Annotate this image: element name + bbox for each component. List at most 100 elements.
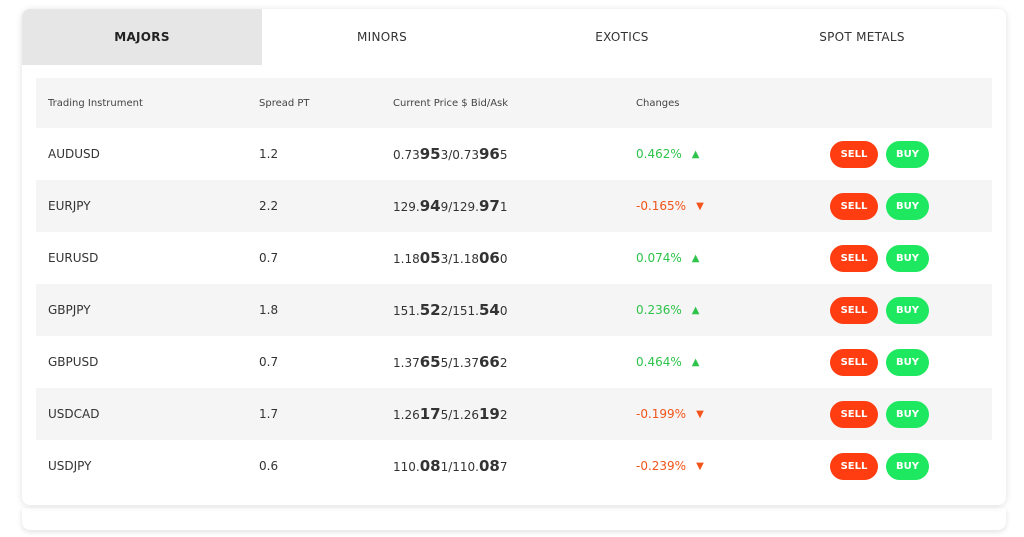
ask-suffix: 7	[499, 460, 508, 474]
ask-pips: 08	[479, 457, 500, 475]
spread-value: 0.7	[259, 251, 279, 265]
triangle-down-icon: ▼	[696, 408, 704, 420]
change-cell: 0.236% ▲	[636, 303, 699, 317]
ask-prefix: 151.	[452, 304, 479, 318]
bid-ask-price: 0.73953/0.73965	[393, 145, 508, 163]
header-changes: Changes	[636, 97, 680, 109]
bid-ask-price: 110.081/110.087	[393, 457, 508, 475]
table-row: EURJPY 2.2 129.949/129.971 -0.165% ▼ SELL…	[36, 180, 992, 232]
bid-prefix: 1.37	[393, 356, 420, 370]
triangle-up-icon: ▲	[691, 148, 700, 160]
instrument-panel: MAJORS MINORS EXOTICS SPOT METALS Tradin…	[22, 9, 1006, 505]
sell-button[interactable]: SELL	[830, 244, 878, 272]
header-instrument: Trading Instrument	[48, 97, 143, 109]
change-value: 0.074%	[636, 251, 682, 265]
instruments-table: Trading Instrument Spread PT Current Pri…	[36, 78, 992, 492]
change-value: 0.464%	[636, 355, 682, 369]
category-tabs: MAJORS MINORS EXOTICS SPOT METALS	[22, 9, 1006, 65]
bid-pips: 52	[419, 301, 441, 319]
buy-button[interactable]: BUY	[886, 296, 929, 324]
bid-ask-price: 1.37655/1.37662	[393, 353, 508, 371]
change-cell: 0.464% ▲	[636, 355, 699, 369]
ask-prefix: 1.18	[452, 252, 479, 266]
bid-pips: 65	[419, 353, 441, 371]
table-row: AUDUSD 1.2 0.73953/0.73965 0.462% ▲ SELL …	[36, 128, 992, 180]
trade-actions: SELL BUY	[830, 400, 929, 428]
sell-button[interactable]: SELL	[830, 452, 878, 480]
tab-minors[interactable]: MINORS	[262, 9, 502, 65]
buy-button[interactable]: BUY	[886, 244, 929, 272]
ask-suffix: 5	[499, 148, 508, 162]
instrument-name: EURUSD	[48, 251, 99, 265]
triangle-up-icon: ▲	[691, 304, 700, 316]
bid-prefix: 0.73	[393, 148, 420, 162]
ask-suffix: 1	[499, 200, 508, 214]
table-row: USDJPY 0.6 110.081/110.087 -0.239% ▼ SELL…	[36, 440, 992, 492]
instrument-name: GBPUSD	[48, 355, 99, 369]
table-row: GBPJPY 1.8 151.522/151.540 0.236% ▲ SELL …	[36, 284, 992, 336]
trade-actions: SELL BUY	[830, 452, 929, 480]
card-shadow-strip	[22, 508, 1006, 530]
bid-ask-price: 129.949/129.971	[393, 197, 508, 215]
ask-pips: 66	[479, 353, 500, 371]
tab-majors[interactable]: MAJORS	[22, 9, 262, 65]
sell-button[interactable]: SELL	[830, 348, 878, 376]
bid-prefix: 129.	[393, 200, 420, 214]
buy-button[interactable]: BUY	[886, 348, 929, 376]
spread-value: 1.8	[259, 303, 279, 317]
buy-button[interactable]: BUY	[886, 452, 929, 480]
bid-pips: 05	[419, 249, 441, 267]
header-spread: Spread PT	[259, 97, 310, 109]
table-row: USDCAD 1.7 1.26175/1.26192 -0.199% ▼ SELL…	[36, 388, 992, 440]
trade-actions: SELL BUY	[830, 296, 929, 324]
table-row: GBPUSD 0.7 1.37655/1.37662 0.464% ▲ SELL …	[36, 336, 992, 388]
instrument-name: AUDUSD	[48, 147, 100, 161]
ask-prefix: 129.	[452, 200, 479, 214]
bid-prefix: 1.26	[393, 408, 420, 422]
instrument-name: USDJPY	[48, 459, 92, 473]
change-value: 0.462%	[636, 147, 682, 161]
triangle-down-icon: ▼	[696, 200, 704, 212]
instrument-name: EURJPY	[48, 199, 91, 213]
triangle-down-icon: ▼	[696, 460, 704, 472]
bid-prefix: 1.18	[393, 252, 420, 266]
buy-button[interactable]: BUY	[886, 400, 929, 428]
trade-actions: SELL BUY	[830, 348, 929, 376]
spread-value: 2.2	[259, 199, 279, 213]
bid-ask-price: 1.18053/1.18060	[393, 249, 508, 267]
change-cell: -0.165% ▼	[636, 199, 704, 213]
bid-ask-price: 151.522/151.540	[393, 301, 508, 319]
change-value: 0.236%	[636, 303, 682, 317]
change-value: -0.165%	[636, 199, 687, 213]
ask-pips: 97	[479, 197, 500, 215]
bid-prefix: 110.	[393, 460, 420, 474]
buy-button[interactable]: BUY	[886, 140, 929, 168]
sell-button[interactable]: SELL	[830, 192, 878, 220]
instrument-name: USDCAD	[48, 407, 100, 421]
change-cell: -0.199% ▼	[636, 407, 704, 421]
table-body: AUDUSD 1.2 0.73953/0.73965 0.462% ▲ SELL …	[36, 128, 992, 492]
ask-pips: 19	[479, 405, 500, 423]
change-cell: 0.074% ▲	[636, 251, 699, 265]
change-cell: 0.462% ▲	[636, 147, 699, 161]
sell-button[interactable]: SELL	[830, 296, 878, 324]
instrument-name: GBPJPY	[48, 303, 91, 317]
table-header: Trading Instrument Spread PT Current Pri…	[36, 78, 992, 128]
tab-spot-metals[interactable]: SPOT METALS	[742, 9, 982, 65]
ask-pips: 06	[479, 249, 500, 267]
change-value: -0.199%	[636, 407, 687, 421]
bid-ask-price: 1.26175/1.26192	[393, 405, 508, 423]
header-price: Current Price $ Bid/Ask	[393, 97, 509, 109]
ask-prefix: 1.37	[452, 356, 479, 370]
sell-button[interactable]: SELL	[830, 400, 878, 428]
bid-pips: 94	[419, 197, 441, 215]
ask-suffix: 2	[499, 356, 508, 370]
tab-exotics[interactable]: EXOTICS	[502, 9, 742, 65]
triangle-up-icon: ▲	[691, 252, 700, 264]
ask-suffix: 0	[499, 304, 508, 318]
buy-button[interactable]: BUY	[886, 192, 929, 220]
ask-prefix: 110.	[452, 460, 479, 474]
triangle-up-icon: ▲	[691, 356, 700, 368]
sell-button[interactable]: SELL	[830, 140, 878, 168]
ask-suffix: 2	[499, 408, 508, 422]
